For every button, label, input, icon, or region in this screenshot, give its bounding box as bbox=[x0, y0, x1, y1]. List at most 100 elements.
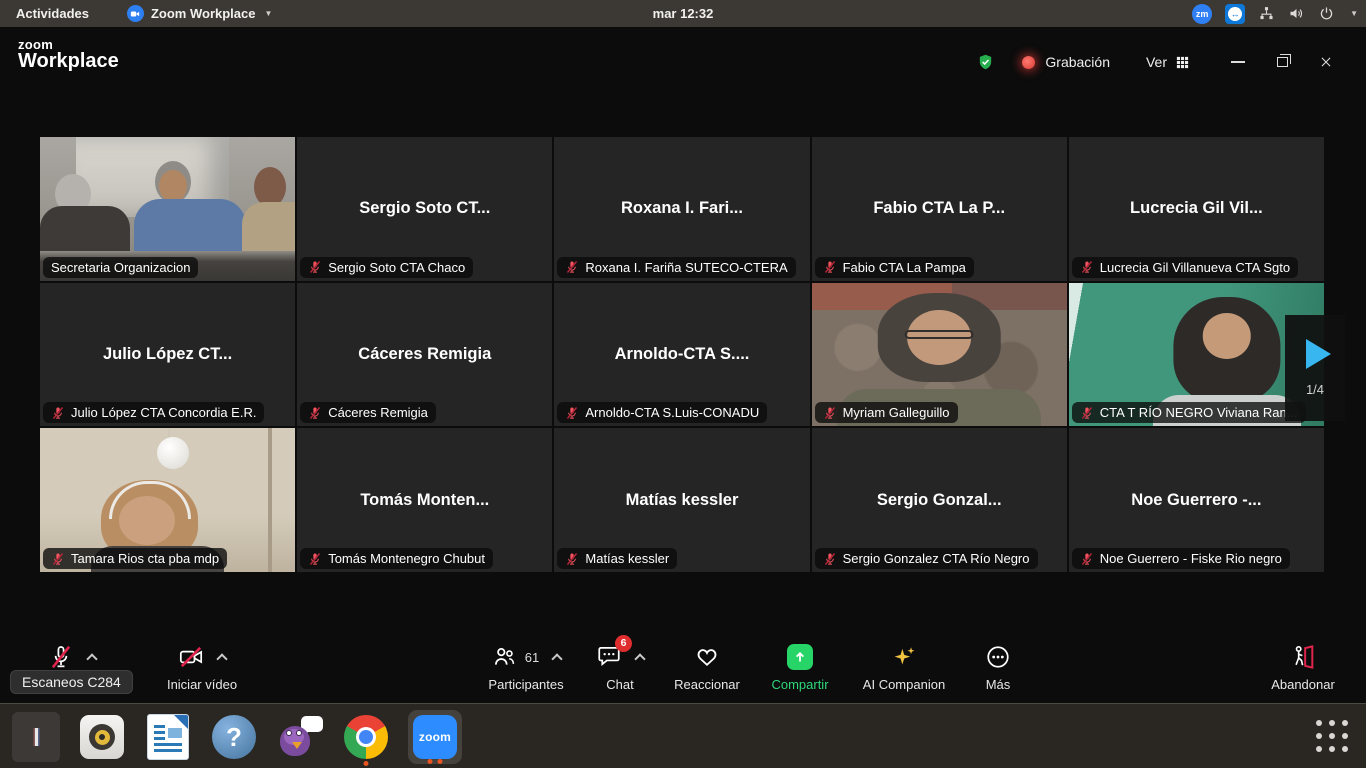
muted-mic-icon bbox=[308, 552, 322, 566]
zoom-workplace-logo: zoom Workplace bbox=[18, 38, 119, 72]
muted-mic-icon bbox=[565, 552, 579, 566]
participant-tile[interactable]: Noe Guerrero -... Noe Guerrero - Fiske R… bbox=[1069, 428, 1324, 572]
participant-tile[interactable]: Fabio CTA La P... Fabio CTA La Pampa bbox=[812, 137, 1067, 281]
chat-button[interactable]: 6 Chat bbox=[588, 633, 652, 692]
muted-mic-icon bbox=[565, 406, 579, 420]
muted-mic-icon bbox=[565, 260, 579, 274]
dock: ? zoom bbox=[12, 710, 462, 764]
teamviewer-tray-icon[interactable]: ↔ bbox=[1225, 4, 1245, 24]
app-menu-label: Zoom Workplace bbox=[151, 6, 256, 21]
help-app-icon[interactable]: ? bbox=[210, 713, 258, 761]
recording-indicator[interactable]: Grabación bbox=[1022, 54, 1110, 70]
restore-button[interactable] bbox=[1260, 49, 1304, 75]
audio-player-app-icon[interactable] bbox=[78, 713, 126, 761]
pidgin-app-icon[interactable] bbox=[276, 713, 324, 761]
participant-name-label: Secretaria Organizacion bbox=[43, 257, 198, 278]
tray-caret-icon[interactable]: ▼ bbox=[1350, 9, 1358, 18]
more-ellipsis-icon bbox=[985, 644, 1011, 670]
share-label: Compartir bbox=[771, 677, 828, 692]
participant-tile[interactable]: Roxana I. Fari... Roxana I. Fariña SUTEC… bbox=[554, 137, 809, 281]
video-tile-secretaria[interactable]: Secretaria Organizacion bbox=[40, 137, 295, 281]
active-app-highlight: zoom bbox=[408, 710, 462, 764]
system-top-bar: Actividades Zoom Workplace ▼ mar 12:32 z… bbox=[0, 0, 1366, 27]
participant-name-label: CTA T RÍO NEGRO Viviana Ran... bbox=[1072, 402, 1306, 423]
chat-label: Chat bbox=[606, 677, 633, 692]
participant-tile[interactable]: Matías kessler Matías kessler bbox=[554, 428, 809, 572]
share-screen-button[interactable]: Compartir bbox=[762, 633, 838, 692]
participants-label: Participantes bbox=[488, 677, 563, 692]
writer-document-app-icon[interactable] bbox=[144, 713, 192, 761]
participant-name-label: Noe Guerrero - Fiske Rio negro bbox=[1072, 548, 1290, 569]
minimize-button[interactable] bbox=[1216, 49, 1260, 75]
participant-tile[interactable]: Sergio Soto CT... Sergio Soto CTA Chaco bbox=[297, 137, 552, 281]
app-menu-caret-icon: ▼ bbox=[265, 9, 273, 18]
muted-mic-icon bbox=[51, 406, 65, 420]
video-button-label: Iniciar vídeo bbox=[167, 677, 237, 692]
close-button[interactable] bbox=[1304, 49, 1348, 75]
muted-mic-icon bbox=[823, 406, 837, 420]
page-indicator: 1/4 bbox=[1306, 382, 1324, 397]
start-video-button[interactable]: Iniciar vídeo bbox=[140, 633, 264, 692]
view-button[interactable]: Ver bbox=[1146, 54, 1190, 70]
zoom-tray-icon[interactable]: zm bbox=[1192, 4, 1212, 24]
muted-mic-icon bbox=[308, 406, 322, 420]
muted-mic-icon bbox=[1080, 260, 1094, 274]
next-page-arrow-icon bbox=[1306, 339, 1331, 369]
cursor-bar bbox=[35, 728, 38, 746]
video-tile-tamara[interactable]: Tamara Rios cta pba mdp bbox=[40, 428, 295, 572]
participant-name-label: Matías kessler bbox=[557, 548, 677, 569]
leave-door-icon bbox=[1290, 644, 1316, 670]
participant-tile[interactable]: Tomás Monten... Tomás Montenegro Chubut bbox=[297, 428, 552, 572]
participant-name-label: Cáceres Remigia bbox=[300, 402, 436, 423]
zoom-app-icon bbox=[127, 5, 144, 22]
muted-mic-icon bbox=[308, 260, 322, 274]
gallery-next-page[interactable]: 1/4 bbox=[1285, 315, 1345, 421]
view-label: Ver bbox=[1146, 54, 1167, 70]
volume-icon[interactable] bbox=[1288, 5, 1305, 22]
show-applications-button[interactable] bbox=[1316, 720, 1348, 752]
clock[interactable]: mar 12:32 bbox=[653, 6, 714, 21]
participant-name-label: Arnoldo-CTA S.Luis-CONADU bbox=[557, 402, 767, 423]
ai-companion-button[interactable]: AI Companion bbox=[852, 633, 956, 692]
zoom-meeting-window: zoom Workplace Grabación Ver bbox=[0, 27, 1366, 703]
participant-tile[interactable]: Julio López CT... Julio López CTA Concor… bbox=[40, 283, 295, 427]
camera-off-icon bbox=[178, 644, 204, 670]
activities-button[interactable]: Actividades bbox=[16, 6, 89, 21]
teamviewer-arrows: ↔ bbox=[1228, 7, 1242, 21]
participant-tile[interactable]: Arnoldo-CTA S.... Arnoldo-CTA S.Luis-CON… bbox=[554, 283, 809, 427]
network-icon[interactable] bbox=[1258, 5, 1275, 22]
video-options-caret-icon[interactable] bbox=[216, 653, 227, 664]
leave-meeting-button[interactable]: Abandonar bbox=[1258, 633, 1348, 692]
react-label: Reaccionar bbox=[674, 677, 740, 692]
participant-name-label: Sergio Soto CTA Chaco bbox=[300, 257, 473, 278]
muted-mic-icon bbox=[48, 644, 74, 670]
participants-caret-icon[interactable] bbox=[552, 653, 563, 664]
participant-name-label: Fabio CTA La Pampa bbox=[815, 257, 974, 278]
video-tile-myriam[interactable]: Myriam Galleguillo bbox=[812, 283, 1067, 427]
participants-button[interactable]: 61 Participantes bbox=[478, 633, 574, 692]
text-cursor-app-icon[interactable] bbox=[12, 713, 60, 761]
zoom-app-dock-icon[interactable]: zoom bbox=[408, 713, 462, 761]
power-icon[interactable] bbox=[1318, 5, 1335, 22]
heart-icon bbox=[694, 644, 720, 670]
muted-mic-icon bbox=[51, 552, 65, 566]
more-button[interactable]: Más bbox=[970, 633, 1026, 692]
ceiling-lamp bbox=[157, 437, 189, 469]
participants-icon bbox=[491, 644, 517, 670]
participant-name-label: Lucrecia Gil Villanueva CTA Sgto bbox=[1072, 257, 1298, 278]
participant-name-label: Julio López CTA Concordia E.R. bbox=[43, 402, 264, 423]
audio-options-caret-icon[interactable] bbox=[86, 653, 97, 664]
leave-label: Abandonar bbox=[1271, 677, 1335, 692]
participant-tile[interactable]: Sergio Gonzal... Sergio Gonzalez CTA Río… bbox=[812, 428, 1067, 572]
app-menu[interactable]: Zoom Workplace ▼ bbox=[127, 5, 272, 22]
react-button[interactable]: Reaccionar bbox=[666, 633, 748, 692]
participant-tile[interactable]: Lucrecia Gil Vil... Lucrecia Gil Villanu… bbox=[1069, 137, 1324, 281]
speaker-ring bbox=[89, 724, 115, 750]
participant-name-label: Tomás Montenegro Chubut bbox=[300, 548, 493, 569]
desktop-taskbar: ? zoom bbox=[0, 703, 1366, 768]
security-shield-icon[interactable] bbox=[977, 53, 994, 71]
meeting-toolbar: Reactivar audio Iniciar vídeo 61 Partici… bbox=[0, 633, 1366, 701]
chrome-app-icon[interactable] bbox=[342, 713, 390, 761]
chat-caret-icon[interactable] bbox=[634, 653, 645, 664]
participant-tile[interactable]: Cáceres Remigia Cáceres Remigia bbox=[297, 283, 552, 427]
